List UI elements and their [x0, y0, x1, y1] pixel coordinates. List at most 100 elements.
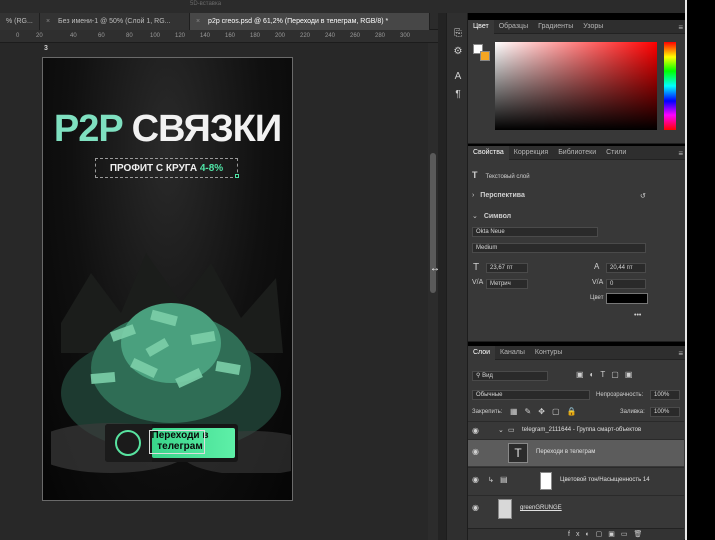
eye-icon[interactable]: ◉ — [472, 448, 482, 456]
panel-divider[interactable]: ↔ — [430, 13, 446, 540]
panel-menu-icon[interactable]: ≡ — [678, 23, 683, 32]
tab-gradients[interactable]: Градиенты — [533, 20, 578, 34]
ruler-tick: 300 — [400, 33, 411, 39]
layer-row[interactable]: ◉ ⌄ ▭ telegram_2111644 - Группа смарт-об… — [468, 421, 684, 438]
outside-area — [687, 0, 715, 540]
ruler-tick: 160 — [225, 33, 236, 39]
ruler-tick: 220 — [300, 33, 311, 39]
eye-icon[interactable]: ◉ — [472, 427, 482, 435]
panel-menu-icon[interactable]: ≡ — [678, 349, 683, 358]
panel-menu-icon[interactable]: ≡ — [678, 149, 683, 158]
more-options[interactable]: ••• — [634, 312, 641, 319]
tab-libraries[interactable]: Библиотеки — [553, 146, 601, 160]
layer-name: Переходи в телеграм — [536, 449, 596, 455]
opacity-label: Непрозрачность: — [596, 392, 644, 398]
color-panel-tabs: Цвет Образцы Градиенты Узоры — [468, 20, 687, 34]
layer-name: telegram_2111644 - Группа смарт-объектов — [522, 427, 642, 433]
fill-field[interactable]: 100% — [650, 407, 680, 417]
symbol-section[interactable]: ⌄ Символ — [472, 212, 511, 220]
subtitle-bounding-box[interactable]: ПРОФИТ С КРУГА 4-8% — [95, 158, 239, 178]
close-icon[interactable]: × — [196, 18, 200, 25]
layers-bottom-bar: fx◐▢▣▭🗑 — [468, 528, 684, 540]
font-size-icon: T — [473, 262, 480, 273]
filter-icons: ▣◐T▢▣ — [576, 370, 639, 379]
leading-field[interactable]: 20,44 пт — [606, 263, 646, 273]
reset-icon[interactable]: ↺ — [640, 192, 646, 200]
tab-document-2[interactable]: × Без имени-1 @ 50% (Слой 1, RG... — [40, 13, 190, 30]
subtitle-percent: 4-8% — [199, 163, 224, 174]
properties-panel-tabs: Свойства Коррекция Библиотеки Стили — [468, 146, 687, 160]
hue-slider[interactable] — [664, 42, 676, 130]
horizontal-ruler: 0 20 40 60 80 100 120 140 160 180 200 22… — [0, 30, 440, 43]
chevron-down-icon: ⌄ — [472, 213, 478, 220]
layer-row-selected[interactable]: ◉ T Переходи в телеграм — [468, 439, 684, 466]
font-size-field[interactable]: 23,67 пт — [486, 263, 528, 273]
subtitle-text: ПРОФИТ С КРУГА — [109, 163, 200, 174]
artboard-label: 3 — [44, 45, 48, 52]
text-layer-icon: T — [472, 170, 478, 180]
tab-paths[interactable]: Контуры — [530, 346, 567, 360]
layer-row[interactable]: ◉ greenGRUNGE — [468, 495, 684, 522]
properties-icon[interactable]: ⚙ — [452, 46, 464, 58]
paragraph-icon[interactable]: ¶ — [452, 89, 464, 101]
tab-swatches[interactable]: Образцы — [494, 20, 533, 34]
headline-svyazki: СВЯЗКИ — [131, 108, 283, 150]
tracking-field[interactable]: 0 — [606, 279, 646, 289]
tab-color[interactable]: Цвет — [468, 20, 494, 34]
canvas-headline: P2P СВЯЗКИ — [43, 108, 292, 151]
options-bar-label: 5D-вставка — [190, 1, 222, 7]
background-color-swatch[interactable] — [480, 51, 490, 61]
eye-icon[interactable]: ◉ — [472, 476, 482, 484]
close-icon[interactable]: × — [46, 18, 50, 25]
layer-name: greenGRUNGE — [520, 505, 562, 511]
text-selection-box[interactable] — [149, 430, 205, 454]
layer-type-row: T Текстовый слой — [472, 170, 530, 180]
layer-actions-icons[interactable]: fx◐▢▣▭🗑 — [568, 530, 648, 538]
resize-arrows-icon: ↔ — [430, 263, 440, 274]
perspective-section[interactable]: › Перспектива ↺ — [472, 192, 646, 200]
symbol-label: Символ — [483, 213, 512, 220]
ruler-tick: 180 — [250, 33, 261, 39]
ruler-tick: 0 — [16, 33, 20, 39]
clip-icon: ↳ — [488, 477, 494, 484]
layer-type-label: Текстовый слой — [485, 174, 530, 180]
tab-channels[interactable]: Каналы — [495, 346, 530, 360]
filter-label: Вид — [482, 373, 493, 379]
eye-icon[interactable]: ◉ — [472, 504, 482, 512]
tab-layers[interactable]: Слои — [468, 346, 496, 360]
tab-label: p2p creos.psd @ 61,2% (Переходи в телегр… — [208, 18, 389, 25]
font-style-select[interactable]: Medium — [472, 243, 646, 253]
tab-properties[interactable]: Свойства — [468, 146, 509, 160]
perspective-label: Перспектива — [480, 192, 525, 199]
blend-mode-select[interactable]: Обычные — [472, 390, 590, 400]
tab-adjustments[interactable]: Коррекция — [509, 146, 553, 160]
kerning-field[interactable]: Метрич — [486, 279, 528, 289]
vertical-scrollbar[interactable] — [428, 43, 438, 540]
adjustment-icon: ▤ — [500, 475, 508, 484]
color-label: Цвет — [590, 295, 604, 301]
layer-name: Цветовой тон/Насыщенность 14 — [560, 477, 650, 483]
ruler-tick: 80 — [126, 33, 133, 39]
history-icon[interactable]: ⎘ — [452, 28, 464, 40]
layer-filter-select[interactable]: ⚲ Вид — [472, 371, 548, 381]
font-family-select[interactable]: Okta Neue — [472, 227, 598, 237]
lock-icons[interactable]: ▦✎✥▢🔒 — [510, 407, 583, 416]
character-icon[interactable]: A — [452, 71, 464, 83]
ruler-tick: 240 — [325, 33, 336, 39]
tab-patterns[interactable]: Узоры — [578, 20, 608, 34]
headline-p2p: P2P — [53, 108, 123, 150]
layer-row[interactable]: ◉ ↳ ▤ Цветовой тон/Насыщенность 14 — [468, 467, 684, 494]
fill-label: Заливка: — [620, 409, 645, 415]
tab-styles[interactable]: Стили — [601, 146, 631, 160]
opacity-field[interactable]: 100% — [650, 390, 680, 400]
tab-document-active[interactable]: × p2p creos.psd @ 61,2% (Переходи в теле… — [190, 13, 430, 30]
text-layer-thumbnail: T — [508, 443, 528, 463]
ruler-tick: 200 — [275, 33, 286, 39]
color-picker-field[interactable] — [495, 42, 657, 130]
tab-document-1[interactable]: % (RG... — [0, 13, 40, 30]
text-color-well[interactable] — [606, 293, 648, 304]
transform-handle[interactable] — [235, 174, 239, 178]
chevron-right-icon: › — [472, 192, 475, 199]
document-canvas[interactable]: P2P СВЯЗКИ ПРОФИТ С КРУГА 4-8% Переходи … — [42, 57, 293, 501]
chevron-down-icon[interactable]: ⌄ — [498, 426, 504, 434]
